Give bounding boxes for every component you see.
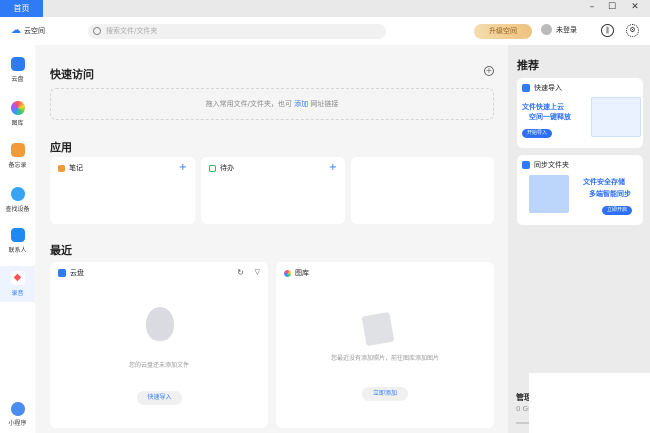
recent-title: 最近 [50,244,72,257]
storage-bar [516,422,530,424]
sidebar-label: 云盘 [11,76,24,83]
search-input[interactable]: 搜索文件/文件夹 [88,24,386,39]
app-name: 云空间 [24,26,45,35]
close-button[interactable]: ✕ [628,2,642,12]
todo-icon [209,164,216,172]
tab-home[interactable]: 首页 [0,0,43,17]
empty-message: 您最近没有添加照片，前往图库添加图片 [330,355,439,362]
quick-import-button[interactable]: 快速导入 [137,391,182,405]
upgrade-button[interactable]: 升级空间 [474,24,532,39]
quick-access-dropzone[interactable]: 拖入常用文件/文件夹，也可 添加 网址链接 [50,88,494,120]
recommend-title: 推荐 [517,59,539,72]
add-now-button[interactable]: 立即添加 [362,387,408,401]
sidebar-label: 图库 [11,120,24,127]
sync-illustration [529,175,569,213]
sidebar-label: 查找设备 [5,206,30,213]
find-device-icon [10,187,25,201]
add-link[interactable]: 添加 [294,100,308,108]
sidebar-label: 备忘录 [8,162,27,169]
sidebar-item-cloud[interactable]: 云盘 [0,57,35,83]
dropzone-hint-2: 网址链接 [310,100,339,108]
card-title: 云盘 [70,269,84,277]
apps-title: 应用 [50,141,72,154]
pause-icon[interactable]: ∥ [601,24,614,37]
app-label: 笔记 [69,164,83,172]
memo-icon [10,143,25,157]
recent-cloud-card: 云盘 ↻ ▽ 您的云盘还未添加文件 快速导入 [50,262,268,428]
empty-message: 您的云盘还未添加文件 [128,362,189,369]
add-quick-access-icon[interactable]: + [484,66,494,76]
sidebar-label: 联系人 [8,247,27,254]
qr-code-icon [10,402,25,416]
search-placeholder: 搜索文件/文件夹 [106,27,158,35]
sidebar-item-mini-program[interactable]: 小程序 [0,402,35,427]
tab-bar [0,0,650,17]
add-note-icon[interactable]: + [179,162,187,173]
sync-folder-card[interactable]: 同步文件夹 文件安全存储 多端智能同步 立即开启 [517,155,643,225]
overlay-panel [529,373,650,433]
app-logo: ☁ 云空间 [11,25,45,36]
contacts-icon [10,228,25,242]
recent-gallery-card: 图库 您最近没有添加照片，前往图库添加图片 立即添加 [276,262,494,428]
balloon-illustration [146,307,174,341]
quick-import-card[interactable]: 快速导入 文件快速上云 空间一键释放 开始导入 [517,78,643,148]
quick-access-title: 快速访问 [50,68,94,81]
recorder-icon: ◆ [10,271,25,285]
gear-icon[interactable]: ⚙ [626,24,639,37]
cloud-drive-icon [58,269,66,277]
import-illustration [591,97,641,137]
sync-icon [522,161,530,169]
refresh-icon[interactable]: ↻ [237,268,244,277]
cloud-drive-icon [10,57,25,71]
start-import-button[interactable]: 开始导入 [522,129,552,138]
enable-now-button[interactable]: 立即开启 [602,206,632,215]
filter-icon[interactable]: ▽ [255,268,260,276]
search-icon [93,27,101,35]
cloud-icon: ☁ [11,25,21,36]
dropzone-hint: 拖入常用文件/文件夹，也可 [205,100,292,108]
photo-illustration [361,311,395,347]
minimize-button[interactable]: – [585,2,599,12]
avatar [541,24,552,35]
app-card-todo[interactable]: 待办 + [201,157,345,224]
gallery-icon [284,269,291,277]
user-label: 未登录 [556,25,577,34]
app-card-empty [351,157,494,224]
sidebar-item-gallery[interactable]: 图库 [0,101,35,127]
promo-line: 空间一键释放 [529,113,571,121]
promo-line: 文件快速上云 [522,103,564,111]
storage-usage: 0 GB [516,405,529,413]
add-todo-icon[interactable]: + [329,162,337,173]
maximize-button[interactable]: ☐ [605,2,619,12]
sidebar: 云盘 图库 备忘录 查找设备 联系人 ◆ 录音 小程序 [0,45,35,433]
sidebar-label: 录音 [11,290,24,297]
card-title: 图库 [295,269,309,277]
sidebar-item-find-device[interactable]: 查找设备 [0,187,35,213]
sidebar-item-recorder[interactable]: ◆ 录音 [0,266,35,302]
promo-line: 多端智能同步 [589,190,631,198]
app-card-notes[interactable]: 笔记 + [50,157,195,224]
sidebar-item-memo[interactable]: 备忘录 [0,143,35,169]
sidebar-label: 小程序 [8,420,27,427]
notes-icon [58,164,65,172]
promo-line: 文件安全存储 [583,178,625,186]
login-button[interactable]: 未登录 [541,24,577,35]
sidebar-item-contacts[interactable]: 联系人 [0,228,35,254]
app-label: 待办 [220,164,234,172]
card-title: 快速导入 [534,84,562,92]
gallery-icon [10,101,25,115]
card-title: 同步文件夹 [534,161,569,169]
cloud-upload-icon [522,84,530,92]
